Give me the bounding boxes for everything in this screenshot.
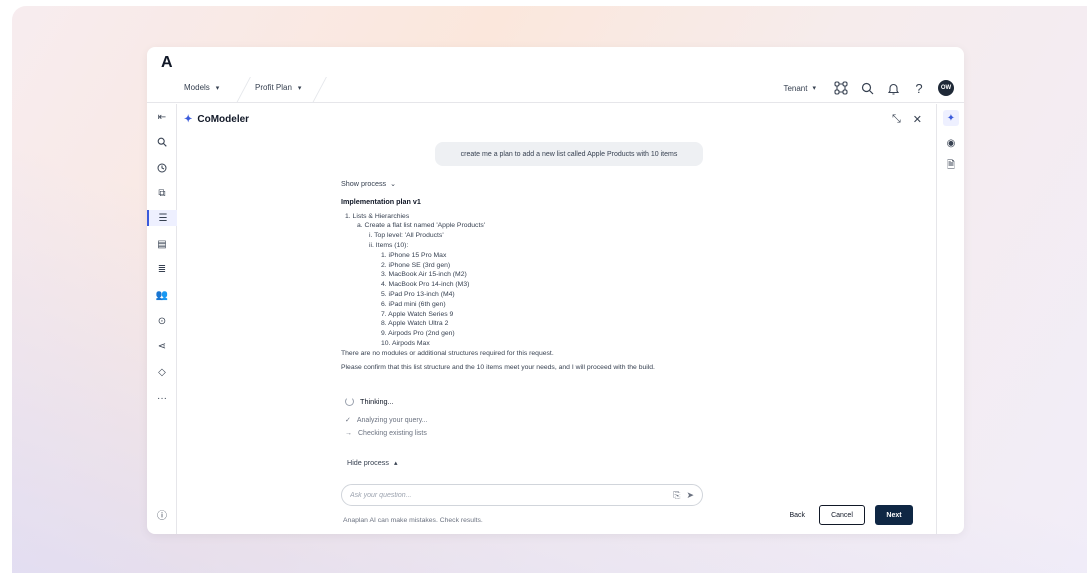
share-icon[interactable]: ⋖ xyxy=(154,338,170,354)
process-step: → Checking existing lists xyxy=(345,430,428,437)
plan-line: 1. Lists & Hierarchies xyxy=(345,212,410,220)
question-input[interactable] xyxy=(350,491,674,499)
panel-title: ✦ CoModeler xyxy=(184,114,249,125)
minimize-icon[interactable]: ⤡ xyxy=(892,113,901,126)
nav-divider xyxy=(236,77,251,103)
chevron-down-icon: ⌄ xyxy=(390,179,397,188)
plan-line: i. Top level: 'All Products' xyxy=(369,232,444,240)
back-button[interactable]: Back xyxy=(785,512,809,519)
app-window: A Models ▾ Profit Plan ▾ Tenant ▾ ? OW ⇤… xyxy=(147,47,964,534)
plan-line: 3. MacBook Air 15-inch (M2) xyxy=(381,271,467,279)
chevron-down-icon: ▾ xyxy=(297,84,302,92)
input-icons: ⎘ ➤ xyxy=(673,490,694,501)
nav-profit-plan-label: Profit Plan xyxy=(255,83,292,92)
close-icon[interactable]: ✕ xyxy=(913,113,922,126)
chevron-down-icon: ▾ xyxy=(215,84,220,92)
plan-line: 1. iPhone 15 Pro Max xyxy=(381,251,447,259)
question-input-box: ⎘ ➤ xyxy=(341,484,703,506)
right-rail: ✦ ◉ 🗎 xyxy=(936,104,964,534)
gear-icon[interactable]: ⚙ xyxy=(154,532,170,534)
plan-line: ii. Items (10): xyxy=(369,241,409,249)
plan-line: 4. MacBook Pro 14-inch (M3) xyxy=(381,281,470,289)
arrow-right-icon: → xyxy=(345,430,352,437)
help-icon[interactable]: ? xyxy=(912,81,926,96)
send-icon[interactable]: ➤ xyxy=(686,490,694,501)
attach-icon[interactable]: ⎘ xyxy=(673,490,680,501)
show-process-label: Show process xyxy=(341,179,387,188)
tenant-dropdown[interactable]: Tenant ▾ xyxy=(783,84,816,93)
user-message-bubble: create me a plan to add a new list calle… xyxy=(435,142,703,166)
next-button[interactable]: Next xyxy=(875,505,913,525)
table-icon[interactable]: ≣ xyxy=(154,261,170,277)
chevron-up-icon: ▴ xyxy=(393,458,398,467)
spinner-icon xyxy=(345,397,354,406)
plan-line: 10. Airpods Max xyxy=(381,339,430,347)
plan-list: 1. Lists & Hierarchies a. Create a flat l… xyxy=(341,212,701,349)
users-icon[interactable]: 👥 xyxy=(154,287,170,303)
nav-profit-plan-dropdown[interactable]: Profit Plan ▾ xyxy=(255,83,301,92)
show-process-toggle[interactable]: Show process ⌄ xyxy=(341,179,701,189)
list-icon[interactable]: ☰ xyxy=(147,210,177,226)
process-step-text: Analyzing your query... xyxy=(356,416,428,424)
search-icon[interactable] xyxy=(154,134,170,150)
nav-models-label: Models xyxy=(184,83,210,92)
info-icon[interactable]: ⓘ xyxy=(154,506,170,522)
nav-divider xyxy=(312,77,327,103)
logo-bar: A xyxy=(147,47,964,75)
panel-title-text: CoModeler xyxy=(197,114,250,125)
hide-process-toggle[interactable]: Hide process ▴ xyxy=(347,458,398,467)
process-step-text: Checking existing lists xyxy=(358,430,427,437)
nav-right-controls: Tenant ▾ ? OW xyxy=(783,80,954,96)
plan-line: 8. Apple Watch Ultra 2 xyxy=(381,320,449,328)
more-icon[interactable]: ··· xyxy=(154,390,170,406)
target-icon[interactable]: ◉ xyxy=(943,135,959,151)
plan-title: Implementation plan v1 xyxy=(341,196,421,206)
document-icon[interactable]: 🗎 xyxy=(943,158,959,174)
user-message-text: create me a plan to add a new list calle… xyxy=(460,150,678,158)
thinking-label: Thinking... xyxy=(360,397,394,406)
app-switcher-icon[interactable] xyxy=(834,81,848,95)
ai-disclaimer: Anaplan AI can make mistakes. Check resu… xyxy=(343,517,483,524)
assistant-response: Show process ⌄ Implementation plan v1 1.… xyxy=(341,179,701,372)
plan-line: 7. Apple Watch Series 9 xyxy=(381,310,454,318)
tag-icon[interactable]: ◇ xyxy=(154,364,170,380)
avatar[interactable]: OW xyxy=(938,80,954,96)
thinking-status: Thinking... xyxy=(345,397,428,406)
plan-line: 5. iPad Pro 13-inch (M4) xyxy=(381,290,455,298)
thinking-block: Thinking... ✓ Analyzing your query... → … xyxy=(345,397,428,437)
anaplan-logo[interactable]: A xyxy=(161,55,173,71)
left-rail: ⇤ ⧉ ☰ ▤ ≣ 👥 ⊙ ⋖ ◇ ··· ⓘ ⚙ » xyxy=(147,104,177,534)
process-step: ✓ Analyzing your query... xyxy=(345,416,428,425)
check-icon: ✓ xyxy=(345,417,351,424)
settings-circle-icon[interactable]: ⊙ xyxy=(154,313,170,329)
nav-models-dropdown[interactable]: Models ▾ xyxy=(184,83,219,92)
bell-icon[interactable] xyxy=(886,81,900,95)
plan-line: 2. iPhone SE (3rd gen) xyxy=(381,261,451,269)
clock-icon[interactable] xyxy=(154,160,170,176)
copy-icon[interactable]: ⧉ xyxy=(154,185,170,201)
nav-bar: Models ▾ Profit Plan ▾ Tenant ▾ ? OW xyxy=(147,75,964,103)
sparkle-icon[interactable]: ✦ xyxy=(943,110,959,126)
collapse-panel-icon[interactable]: ⇤ xyxy=(154,109,170,125)
panel-controls: ⤡ ✕ xyxy=(892,113,922,126)
sparkle-icon: ✦ xyxy=(184,114,193,125)
plan-line: 9. Airpods Pro (2nd gen) xyxy=(381,330,455,338)
footer-actions: Back Cancel Next xyxy=(785,505,913,525)
no-modules-text: There are no modules or additional struc… xyxy=(341,349,554,357)
plan-line: 6. iPad mini (6th gen) xyxy=(381,300,446,308)
chevron-down-icon: ▾ xyxy=(812,85,816,92)
hide-process-label: Hide process xyxy=(347,458,389,467)
plan-line: a. Create a flat list named 'Apple Produ… xyxy=(357,222,486,230)
module-icon[interactable]: ▤ xyxy=(154,236,170,252)
tenant-label: Tenant xyxy=(783,83,808,93)
cancel-button[interactable]: Cancel xyxy=(819,505,865,525)
confirm-text: Please confirm that this list structure … xyxy=(341,363,655,371)
search-icon[interactable] xyxy=(860,81,874,95)
